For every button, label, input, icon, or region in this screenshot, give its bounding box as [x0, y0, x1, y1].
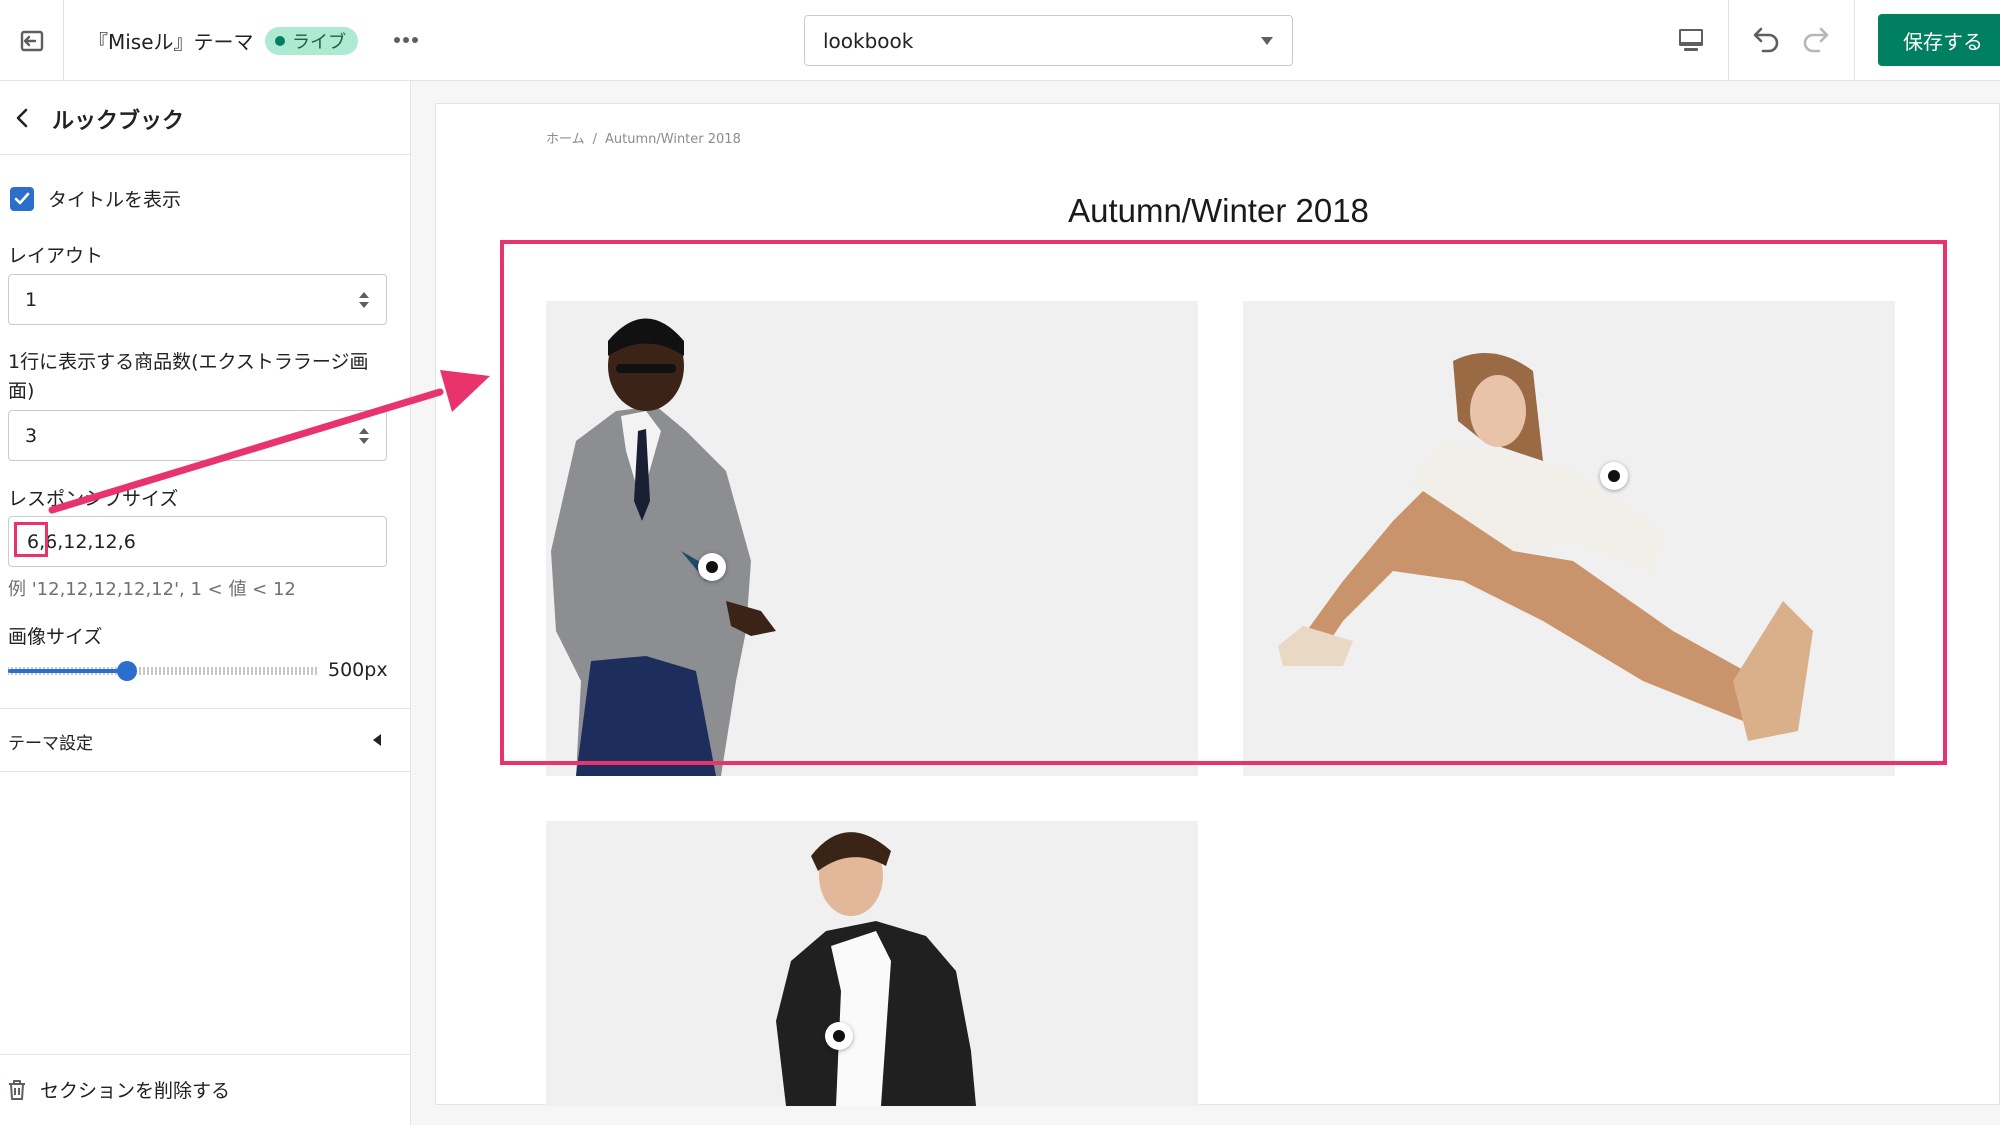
- items-per-row-select[interactable]: 3: [8, 410, 387, 461]
- sidebar-header: ルックブック: [0, 81, 410, 155]
- image-size-slider[interactable]: [8, 661, 318, 681]
- layout-select[interactable]: 1: [8, 274, 387, 325]
- toolbar-divider: [1854, 0, 1855, 81]
- responsive-size-help: 例 '12,12,12,12,12', 1 < 値 < 12: [8, 579, 296, 600]
- chevron-left-icon: [16, 108, 28, 128]
- redo-button[interactable]: [1799, 22, 1835, 58]
- lookbook-title: Autumn/Winter 2018: [1068, 192, 1369, 229]
- live-badge-label: ライブ: [292, 32, 346, 53]
- undo-button[interactable]: [1747, 22, 1783, 58]
- section-title: ルックブック: [52, 109, 185, 134]
- storefront-page: ホーム / Autumn/Winter 2018 Autumn/Winter 201…: [435, 103, 2000, 1106]
- breadcrumb-home[interactable]: ホーム: [546, 132, 585, 147]
- items-per-row-label-line2: 面): [8, 380, 35, 402]
- delete-section-button[interactable]: セクションを削除する: [8, 1076, 230, 1103]
- divider: [0, 708, 410, 709]
- layout-value: 1: [25, 288, 38, 311]
- save-button[interactable]: 保存する: [1878, 14, 2000, 66]
- desktop-icon: [1679, 29, 1703, 51]
- breadcrumb-separator: /: [592, 132, 598, 147]
- page-template-value: lookbook: [823, 28, 914, 53]
- redo-icon: [1803, 27, 1829, 53]
- exit-icon: [20, 30, 43, 51]
- show-title-checkbox[interactable]: [10, 187, 34, 211]
- image-size-value: 500px: [328, 659, 388, 681]
- top-bar: 『Miseル』テーマ ライブ lookbook 保存する: [0, 0, 2000, 81]
- caret-down-icon: [1261, 37, 1273, 45]
- items-per-row-label: 1行に表示する商品数(エクストララージ画: [8, 351, 369, 373]
- more-icon: [394, 37, 418, 43]
- page-template-select[interactable]: lookbook: [804, 15, 1293, 66]
- caret-left-icon: [373, 734, 381, 746]
- back-button[interactable]: [12, 104, 36, 132]
- theme-name: 『Miseル』テーマ: [88, 30, 254, 54]
- lookbook-image-1: [546, 301, 1198, 776]
- toolbar-divider: [1728, 0, 1729, 81]
- items-per-row-value: 3: [25, 424, 38, 447]
- product-hotspot[interactable]: [698, 553, 726, 581]
- show-title-label: タイトルを表示: [48, 189, 182, 211]
- divider: [0, 771, 410, 772]
- image-size-label: 画像サイズ: [8, 626, 103, 648]
- breadcrumb-current: Autumn/Winter 2018: [605, 132, 741, 147]
- divider: [0, 1054, 410, 1055]
- model-man-jacket-image: [776, 832, 976, 1106]
- lookbook-image-2: [1243, 301, 1895, 776]
- checkmark-icon: [14, 192, 30, 205]
- live-status-badge: ライブ: [265, 27, 358, 55]
- product-hotspot[interactable]: [825, 1022, 853, 1050]
- model-man-blazer-image: [551, 318, 776, 776]
- exit-editor-button[interactable]: [0, 0, 64, 81]
- desktop-view-button[interactable]: [1673, 22, 1709, 58]
- select-arrows-icon: [359, 292, 369, 308]
- responsive-size-input[interactable]: 6,6,12,12,6: [8, 516, 387, 567]
- model-woman-sitting-image: [1278, 353, 1813, 741]
- responsive-size-label: レスポンシブサイズ: [8, 488, 179, 510]
- undo-icon: [1753, 27, 1779, 53]
- responsive-size-value: 6,6,12,12,6: [27, 530, 136, 553]
- live-dot-icon: [275, 36, 285, 46]
- lookbook-image-3: [546, 821, 1198, 1106]
- settings-sidebar: ルックブック タイトルを表示 レイアウト 1 1行に表示する商品数(エクストララ…: [0, 81, 411, 1125]
- theme-preview: ホーム / Autumn/Winter 2018 Autumn/Winter 201…: [411, 81, 2000, 1125]
- more-actions-button[interactable]: [390, 24, 422, 56]
- product-hotspot[interactable]: [1600, 462, 1628, 490]
- trash-icon: [9, 1079, 25, 1100]
- select-arrows-icon: [359, 428, 369, 444]
- breadcrumb: ホーム / Autumn/Winter 2018: [546, 128, 741, 147]
- theme-settings-toggle[interactable]: テーマ設定: [8, 729, 93, 754]
- layout-label: レイアウト: [8, 245, 104, 267]
- delete-section-label: セクションを削除する: [40, 1080, 231, 1102]
